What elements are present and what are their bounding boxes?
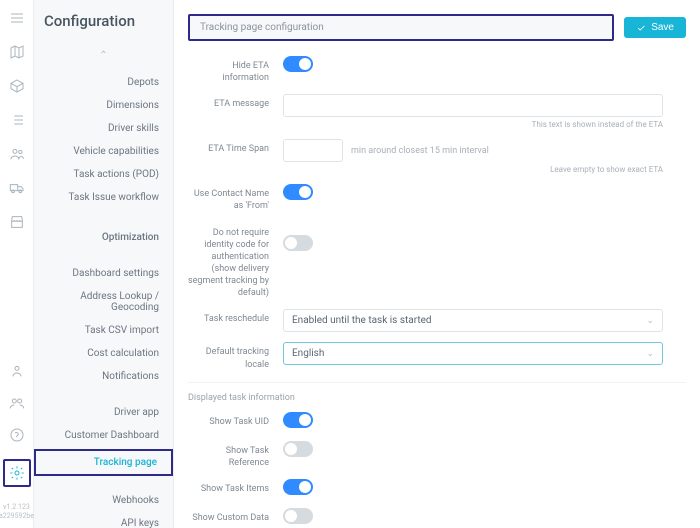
toggle-no-auth[interactable] [283, 235, 313, 251]
input-eta-msg[interactable] [283, 94, 663, 117]
select-resched[interactable]: Enabled until the task is started ⌄ [283, 309, 663, 332]
gear-icon[interactable] [9, 465, 25, 481]
nav-rail: v1.2.123a229592be [0, 0, 34, 528]
store-icon[interactable] [9, 214, 25, 230]
sidebar-item-task-csv[interactable]: Task CSV import [34, 319, 173, 342]
label-show-items: Show Task Items [188, 479, 283, 495]
input-eta-span[interactable] [283, 139, 343, 162]
subhead-displayed-info: Displayed task information [188, 382, 686, 407]
menu-icon[interactable] [9, 10, 25, 26]
sidebar-item-api-keys[interactable]: API keys [34, 512, 173, 528]
label-show-custom: Show Custom Data [188, 508, 283, 524]
sidebar-item-address-lookup[interactable]: Address Lookup / Geocoding [34, 285, 173, 319]
config-sidebar: Configuration ⌃ Depots Dimensions Driver… [34, 0, 174, 528]
sidebar-item-dimensions[interactable]: Dimensions [34, 94, 173, 117]
select-locale[interactable]: English ⌄ [283, 342, 663, 365]
label-show-ref: Show Task Reference [188, 441, 283, 469]
section-title: Tracking page configuration [188, 14, 614, 41]
toggle-show-items[interactable] [283, 479, 313, 495]
sidebar-item-tracking-page[interactable]: Tracking page [34, 449, 173, 476]
users-icon[interactable] [9, 146, 25, 162]
hint-eta-msg: This text is shown instead of the ETA [283, 117, 663, 129]
chevron-down-icon: ⌄ [646, 349, 654, 359]
label-no-auth: Do not require identity code for authent… [188, 223, 283, 300]
save-button-label: Save [651, 22, 674, 33]
label-contact-from: Use Contact Name as 'From' [188, 184, 283, 212]
drivers-icon[interactable] [9, 363, 25, 379]
toggle-show-ref[interactable] [283, 441, 313, 457]
box-icon[interactable] [9, 78, 25, 94]
sidebar-item-task-issue-workflow[interactable]: Task Issue workflow [34, 186, 173, 209]
sidebar-item-customer-dashboard[interactable]: Customer Dashboard [34, 424, 173, 447]
page-title: Configuration [34, 0, 173, 46]
select-locale-value: English [292, 348, 324, 359]
sidebar-item-optimization[interactable]: Optimization [34, 222, 173, 249]
save-button[interactable]: Save [624, 17, 686, 38]
list-icon[interactable] [9, 112, 25, 128]
sidebar-item-task-actions[interactable]: Task actions (POD) [34, 163, 173, 186]
check-icon [636, 23, 646, 33]
toggle-show-custom[interactable] [283, 508, 313, 524]
toggle-contact-from[interactable] [283, 184, 313, 200]
truck-icon[interactable] [9, 180, 25, 196]
label-locale: Default tracking locale [188, 342, 283, 370]
label-resched: Task reschedule [188, 309, 283, 325]
version-label: v1.2.123a229592be [0, 503, 34, 520]
label-eta-span: ETA Time Span [188, 139, 283, 155]
sidebar-item-dashboard-settings[interactable]: Dashboard settings [34, 262, 173, 285]
sidebar-item-notifications[interactable]: Notifications [34, 365, 173, 388]
hint-eta-span: Leave empty to show exact ETA [283, 162, 663, 174]
settings-highlight [3, 459, 31, 487]
sidebar-item-cost-calc[interactable]: Cost calculation [34, 342, 173, 365]
team-icon[interactable] [9, 395, 25, 411]
map-icon[interactable] [9, 44, 25, 60]
chevron-down-icon: ⌄ [646, 316, 654, 326]
sidebar-item-depots[interactable]: Depots [34, 71, 173, 94]
label-show-uid: Show Task UID [188, 412, 283, 428]
toggle-hide-eta[interactable] [283, 56, 313, 72]
select-resched-value: Enabled until the task is started [292, 315, 432, 326]
inline-hint-eta-span: min around closest 15 min interval [343, 146, 489, 156]
help-icon[interactable] [9, 427, 25, 443]
label-eta-msg: ETA message [188, 94, 283, 110]
label-hide-eta: Hide ETA information [188, 56, 283, 84]
sidebar-item-driver-app[interactable]: Driver app [34, 401, 173, 424]
sidebar-item-webhooks[interactable]: Webhooks [34, 489, 173, 512]
toggle-show-uid[interactable] [283, 412, 313, 428]
sidebar-item-vehicle-capabilities[interactable]: Vehicle capabilities [34, 140, 173, 163]
chevron-up-icon[interactable]: ⌃ [34, 46, 173, 71]
main-panel: Tracking page configuration Save Hide ET… [174, 0, 700, 528]
sidebar-item-driver-skills[interactable]: Driver skills [34, 117, 173, 140]
